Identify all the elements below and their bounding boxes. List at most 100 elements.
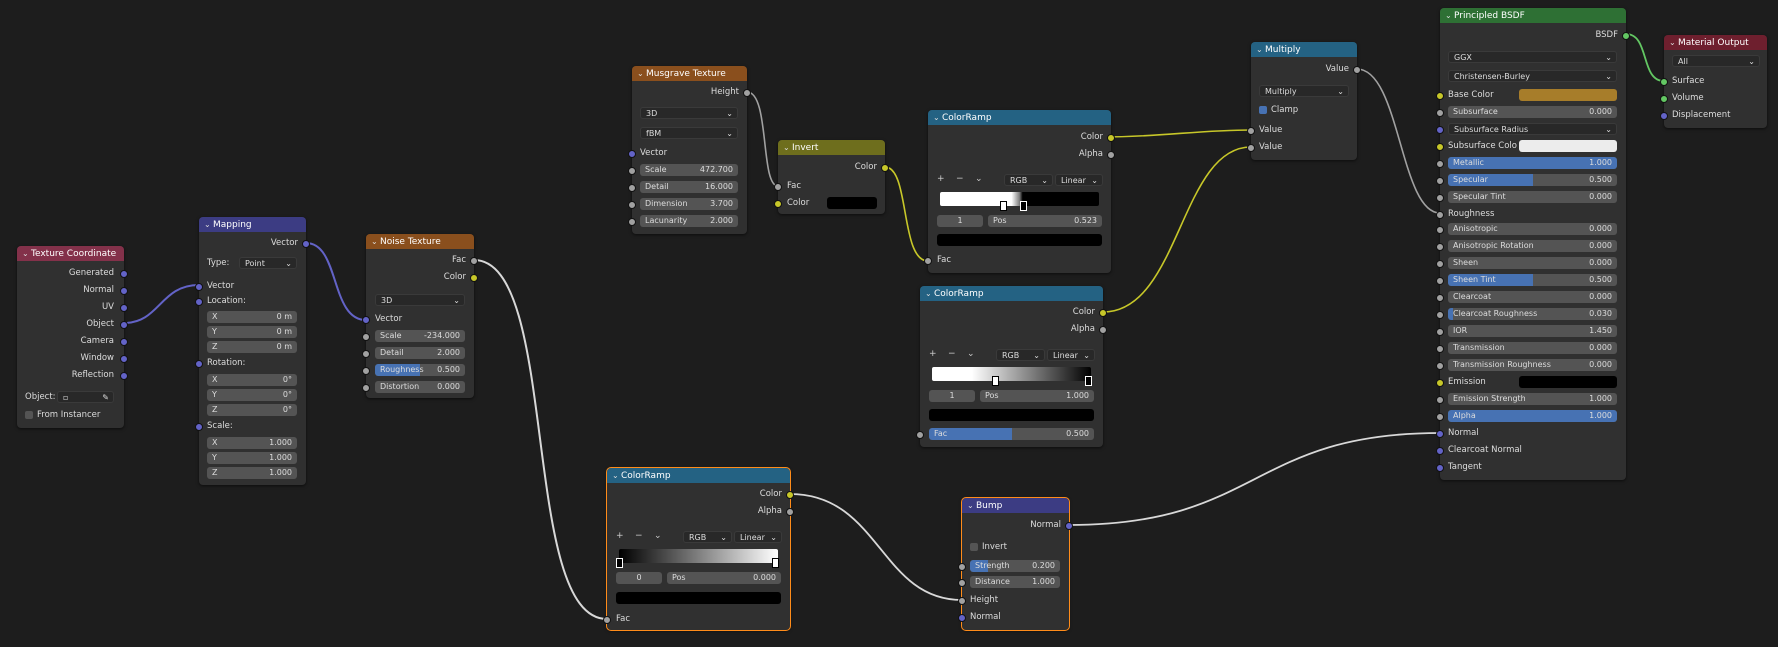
socket-alpha[interactable]	[1436, 413, 1444, 421]
socket-transmission[interactable]	[1436, 345, 1444, 353]
type-dropdown[interactable]: Point ⌄	[239, 257, 297, 269]
socket-fac-in[interactable]	[924, 257, 932, 265]
scale-y[interactable]: Y 1.000	[207, 452, 297, 464]
socket-alpha-out[interactable]	[1099, 326, 1107, 334]
material-output-node[interactable]: ⌄ Material Output All ⌄ Surface Volume Dis…	[1660, 35, 1767, 128]
base-color-swatch[interactable]	[1519, 89, 1617, 101]
socket-sheen[interactable]	[1436, 260, 1444, 268]
remove-stop-icon[interactable]: −	[956, 174, 964, 184]
socket-camera[interactable]	[120, 338, 128, 346]
specular-tint-field[interactable]: Specular Tint 0.000	[1448, 191, 1617, 203]
socket-normal-out[interactable]	[1065, 522, 1073, 530]
bump-header[interactable]: ⌄ Bump	[962, 498, 1069, 513]
socket-fac-in[interactable]	[916, 431, 924, 439]
color-mode-dropdown[interactable]: RGB ⌄	[683, 531, 732, 543]
socket-height-out[interactable]	[743, 89, 751, 97]
socket-fac-in[interactable]	[603, 616, 611, 624]
checkbox-checked-icon[interactable]	[1259, 105, 1267, 114]
color-mode-dropdown[interactable]: RGB ⌄	[1004, 174, 1053, 186]
ramp-stop-handle[interactable]	[772, 558, 779, 568]
colorramp-header[interactable]: ⌄ ColorRamp	[928, 110, 1111, 125]
remove-stop-icon[interactable]: −	[635, 531, 643, 541]
socket-lacunarity[interactable]	[628, 218, 636, 226]
add-stop-icon[interactable]: +	[937, 174, 945, 184]
color-swatch[interactable]	[827, 197, 877, 209]
rotation-y[interactable]: Y 0°	[207, 389, 297, 401]
socket-strength[interactable]	[958, 563, 966, 571]
transmission-field[interactable]: Transmission 0.000	[1448, 342, 1617, 354]
subsurface-radius-dropdown[interactable]: Subsurface Radius ⌄	[1448, 123, 1617, 135]
socket-color-out[interactable]	[786, 491, 794, 499]
subsurface-method-dropdown[interactable]: Christensen-Burley ⌄	[1448, 70, 1617, 82]
mapping-header[interactable]: ⌄ Mapping	[199, 217, 306, 232]
socket-value-in-1[interactable]	[1247, 127, 1255, 135]
rotation-z[interactable]: Z 0°	[207, 404, 297, 416]
metallic-field[interactable]: Metallic 1.000	[1448, 157, 1617, 169]
colorramp-node-2[interactable]: ⌄ ColorRamp Color Alpha + − ⌄ RGB ⌄ Linear…	[916, 286, 1107, 447]
socket-normal[interactable]	[1436, 430, 1444, 438]
chevron-down-icon[interactable]: ⌄	[654, 531, 662, 541]
noise-header[interactable]: ⌄ Noise Texture	[366, 234, 474, 249]
subsurface-color-swatch[interactable]	[1519, 140, 1617, 152]
chevron-down-icon[interactable]: ⌄	[975, 174, 983, 184]
socket-normal-in[interactable]	[958, 614, 966, 622]
principled-bsdf-node[interactable]: ⌄ Principled BSDF BSDF GGX ⌄ Christensen-B…	[1436, 8, 1630, 480]
alpha-field[interactable]: Alpha 1.000	[1448, 410, 1617, 422]
add-stop-icon[interactable]: +	[929, 349, 937, 359]
color-ramp-gradient[interactable]	[619, 549, 778, 563]
math-multiply-node[interactable]: ⌄ Multiply Value Multiply ⌄ Clamp Value Va…	[1247, 42, 1361, 160]
chevron-down-icon[interactable]: ⌄	[1256, 42, 1265, 57]
sheen-field[interactable]: Sheen 0.000	[1448, 257, 1617, 269]
chevron-down-icon[interactable]: ⌄	[612, 468, 621, 483]
socket-generated[interactable]	[120, 270, 128, 278]
colorramp-node-1[interactable]: ⌄ ColorRamp Color Alpha + − ⌄ RGB ⌄ Linear…	[924, 110, 1115, 273]
socket-clearcoat-normal[interactable]	[1436, 447, 1444, 455]
socket-vector-in[interactable]	[195, 283, 203, 291]
socket-color-out[interactable]	[470, 274, 478, 282]
musgrave-header[interactable]: ⌄ Musgrave Texture	[632, 66, 747, 81]
socket-roughness[interactable]	[1436, 211, 1444, 219]
socket-alpha-out[interactable]	[1107, 151, 1115, 159]
scale-x[interactable]: X 1.000	[207, 437, 297, 449]
chevron-down-icon[interactable]: ⌄	[967, 498, 976, 513]
socket-color-out[interactable]	[1107, 134, 1115, 142]
chevron-down-icon[interactable]: ⌄	[22, 246, 31, 261]
socket-value-in-2[interactable]	[1247, 144, 1255, 152]
socket-anisotropic[interactable]	[1436, 226, 1444, 234]
colorramp-header[interactable]: ⌄ ColorRamp	[920, 286, 1103, 301]
ramp-stop-handle[interactable]	[1020, 201, 1027, 211]
scale-field[interactable]: Scale 472.700	[640, 164, 738, 176]
chevron-down-icon[interactable]: ⌄	[1669, 35, 1678, 50]
anisotropic-rotation-field[interactable]: Anisotropic Rotation 0.000	[1448, 240, 1617, 252]
chevron-down-icon[interactable]: ⌄	[783, 140, 792, 155]
output-header[interactable]: ⌄ Material Output	[1664, 35, 1767, 50]
socket-clearcoat[interactable]	[1436, 294, 1444, 302]
stop-color-swatch[interactable]	[929, 409, 1094, 421]
socket-fac-in[interactable]	[774, 183, 782, 191]
stop-index-field[interactable]: 0	[616, 572, 662, 584]
socket-bsdf-out[interactable]	[1622, 32, 1630, 40]
socket-transmission-roughness[interactable]	[1436, 362, 1444, 370]
multiply-header[interactable]: ⌄ Multiply	[1251, 42, 1357, 57]
socket-dimension[interactable]	[628, 201, 636, 209]
chevron-down-icon[interactable]: ⌄	[967, 349, 975, 359]
remove-stop-icon[interactable]: −	[948, 349, 956, 359]
checkbox-icon[interactable]	[25, 410, 33, 419]
eyedropper-icon[interactable]: ✎	[102, 392, 109, 402]
stop-color-swatch[interactable]	[616, 592, 781, 604]
socket-reflection[interactable]	[120, 372, 128, 380]
sheen-tint-field[interactable]: Sheen Tint 0.500	[1448, 274, 1617, 286]
socket-vector-in[interactable]	[362, 316, 370, 324]
strength-field[interactable]: Strength 0.200	[970, 560, 1060, 572]
stop-position-field[interactable]: Pos 0.523	[988, 215, 1102, 227]
fac-field[interactable]: Fac 0.500	[929, 428, 1094, 440]
interpolation-dropdown[interactable]: Linear ⌄	[1047, 349, 1095, 361]
dimension-dropdown[interactable]: 3D ⌄	[640, 107, 738, 119]
scale-field[interactable]: Scale -234.000	[375, 330, 465, 342]
interpolation-dropdown[interactable]: Linear ⌄	[1055, 174, 1103, 186]
colorramp-node-3[interactable]: ⌄ ColorRamp Color Alpha + − ⌄ RGB ⌄ Linear…	[603, 467, 794, 631]
texture-coordinate-node[interactable]: ⌄ Texture Coordinate Generated Normal UV …	[17, 246, 128, 428]
stop-index-field[interactable]: 1	[937, 215, 983, 227]
socket-color-out[interactable]	[881, 164, 889, 172]
distribution-dropdown[interactable]: GGX ⌄	[1448, 51, 1617, 63]
